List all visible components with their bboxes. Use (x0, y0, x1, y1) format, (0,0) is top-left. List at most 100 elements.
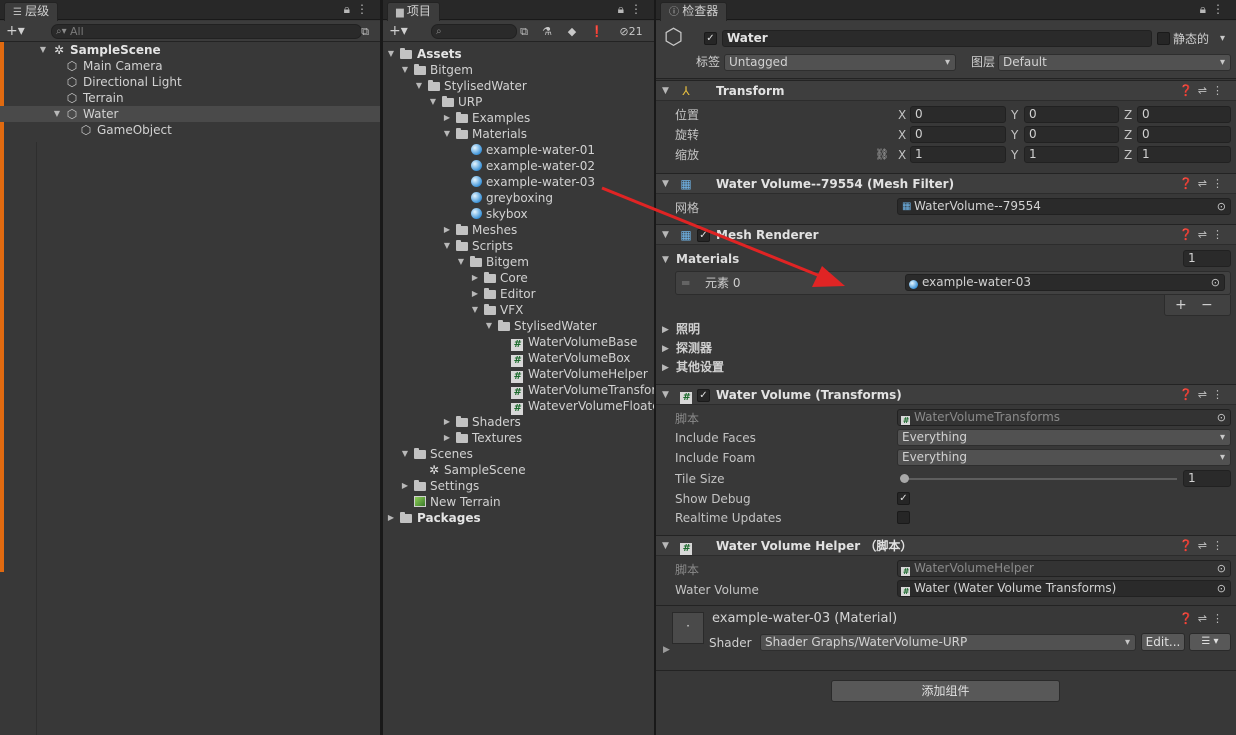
hidden-packages-toggle[interactable]: ⊘21 (613, 23, 649, 40)
folder-shaders[interactable]: ▶ Shaders (383, 414, 654, 430)
rotation-y-field[interactable]: 0 (1024, 126, 1119, 143)
kebab-menu-icon[interactable]: ⋮ (356, 2, 374, 16)
search-scope-icon[interactable]: ⧉ (515, 23, 533, 40)
expand-arrow-icon[interactable]: ▶ (662, 322, 669, 338)
expand-arrow-icon[interactable]: ▼ (38, 42, 48, 58)
kebab-menu-icon[interactable]: ⋮ (630, 2, 648, 16)
folder-packages[interactable]: ▶ Packages (383, 510, 654, 526)
probes-foldout[interactable]: 探测器 (676, 340, 712, 356)
presets-icon[interactable]: ⇌ (1198, 612, 1212, 625)
scale-y-field[interactable]: 1 (1024, 146, 1119, 163)
scale-x-field[interactable]: 1 (910, 146, 1006, 163)
asset-samplescene[interactable]: ✲ SampleScene (383, 462, 654, 478)
collapse-arrow-icon[interactable]: ▼ (662, 174, 669, 194)
presets-icon[interactable]: ⇌ (1198, 388, 1212, 401)
edit-shader-button[interactable]: Edit... (1141, 633, 1185, 651)
collapse-arrow-icon[interactable]: ▼ (662, 225, 669, 245)
folder-editor[interactable]: ▶ Editor (383, 286, 654, 302)
mesh-renderer-enabled-checkbox[interactable]: ✓ (697, 229, 710, 242)
hierarchy-item-water[interactable]: ▼ ⬡ Water (0, 106, 380, 122)
folder-scripts[interactable]: ▼ Scripts (383, 238, 654, 254)
kebab-menu-icon[interactable]: ⋮ (1212, 612, 1228, 625)
presets-icon[interactable]: ⇌ (1198, 177, 1212, 190)
help-icon[interactable]: ❓ (1179, 539, 1198, 552)
kebab-menu-icon[interactable]: ⋮ (1212, 539, 1228, 552)
collapse-arrow-icon[interactable]: ▼ (662, 536, 669, 556)
presets-icon[interactable]: ⇌ (1198, 228, 1212, 241)
hierarchy-search-input[interactable]: ⌕▾ All (51, 24, 362, 39)
folder-urp[interactable]: ▼ URP (383, 94, 654, 110)
water-volume-header[interactable]: ▼ # ✓ Water Volume (Transforms) ❓⇌⋮ (656, 384, 1236, 405)
element-0-material-field[interactable]: example-water-03 (905, 274, 1225, 291)
hierarchy-item-directional-light[interactable]: ⬡ Directional Light (0, 74, 380, 90)
water-volume-object-field[interactable]: # Water (Water Volume Transforms) (897, 580, 1231, 597)
expand-arrow-icon[interactable]: ▼ (52, 106, 62, 122)
water-volume-enabled-checkbox[interactable]: ✓ (697, 389, 710, 402)
kebab-menu-icon[interactable]: ⋮ (1212, 2, 1230, 16)
position-z-field[interactable]: 0 (1137, 106, 1231, 123)
hierarchy-tab[interactable]: ☰ 层级 (4, 2, 59, 21)
rotation-x-field[interactable]: 0 (910, 126, 1006, 143)
presets-icon[interactable]: ⇌ (1198, 539, 1212, 552)
asset-new-terrain[interactable]: New Terrain (383, 494, 654, 510)
help-icon[interactable]: ❓ (1179, 612, 1198, 625)
realtime-updates-checkbox[interactable] (897, 511, 910, 524)
lock-icon[interactable]: 🔒︎ (344, 2, 356, 16)
expand-arrow-icon[interactable]: ▶ (663, 642, 670, 658)
tile-size-slider-track[interactable] (903, 478, 1177, 480)
script-watervolumebox[interactable]: # WaterVolumeBox (383, 350, 654, 367)
folder-vfx[interactable]: ▼ VFX (383, 302, 654, 318)
create-asset-button[interactable]: +▾ (389, 23, 408, 39)
presets-icon[interactable]: ⇌ (1198, 84, 1212, 97)
filter-log-icon[interactable]: ❗ (588, 23, 606, 40)
help-icon[interactable]: ❓ (1179, 388, 1198, 401)
folder-assets[interactable]: ▼ Assets (383, 46, 654, 62)
help-icon[interactable]: ❓ (1179, 84, 1198, 97)
folder-scenes[interactable]: ▼ Scenes (383, 446, 654, 462)
scale-z-field[interactable]: 1 (1137, 146, 1231, 163)
tile-size-slider-handle[interactable] (900, 474, 909, 483)
shader-options-dropdown[interactable]: ☰ ▾ (1189, 633, 1231, 651)
mesh-object-field[interactable]: ▦ WaterVolume--79554 (897, 198, 1231, 215)
script-wateveryvolumefloater[interactable]: # WateverVolumeFloater (383, 398, 654, 415)
position-y-field[interactable]: 0 (1024, 106, 1119, 123)
folder-bitgem[interactable]: ▼ Bitgem (383, 62, 654, 78)
script-watervolumehelper[interactable]: # WaterVolumeHelper (383, 366, 654, 383)
asset-skybox[interactable]: skybox (383, 206, 654, 222)
create-button[interactable]: +▾ (6, 23, 25, 39)
static-checkbox[interactable] (1157, 32, 1170, 45)
add-element-button[interactable]: + (1175, 297, 1187, 313)
filter-label-icon[interactable]: ◆ (563, 23, 581, 40)
lock-icon[interactable]: 🔒︎ (1200, 2, 1212, 16)
folder-examples[interactable]: ▶ Examples (383, 110, 654, 126)
tile-size-field[interactable]: 1 (1183, 470, 1231, 487)
add-component-button[interactable]: 添加组件 (831, 680, 1060, 702)
static-dropdown-icon[interactable]: ▾ (1220, 31, 1225, 47)
hierarchy-item-main-camera[interactable]: ⬡ Main Camera (0, 58, 380, 74)
constrain-proportions-link-icon[interactable]: ⛓ (875, 147, 889, 163)
collapse-arrow-icon[interactable]: ▼ (662, 385, 669, 405)
project-search-input[interactable]: ⌕ (431, 24, 517, 39)
hierarchy-item-terrain[interactable]: ⬡ Terrain (0, 90, 380, 106)
layer-dropdown[interactable]: Default (998, 54, 1231, 71)
drag-handle-icon[interactable]: ═ (682, 275, 689, 291)
materials-count-field[interactable]: 1 (1183, 250, 1231, 267)
collapse-arrow-icon[interactable]: ▼ (662, 252, 669, 268)
expand-arrow-icon[interactable]: ▶ (662, 360, 669, 376)
folder-scripts-bitgem[interactable]: ▼ Bitgem (383, 254, 654, 270)
folder-materials[interactable]: ▼ Materials (383, 126, 654, 142)
asset-example-water-01[interactable]: example-water-01 (383, 142, 654, 158)
script-watervolumetransforms[interactable]: # WaterVolumeTransforms (383, 382, 654, 399)
position-x-field[interactable]: 0 (910, 106, 1006, 123)
kebab-menu-icon[interactable]: ⋮ (1212, 84, 1228, 97)
lighting-foldout[interactable]: 照明 (676, 321, 700, 337)
water-volume-helper-header[interactable]: ▼ # Water Volume Helper （脚本） ❓⇌⋮ (656, 535, 1236, 556)
active-checkbox[interactable]: ✓ (704, 32, 717, 45)
kebab-menu-icon[interactable]: ⋮ (1212, 388, 1228, 401)
show-debug-checkbox[interactable]: ✓ (897, 492, 910, 505)
kebab-menu-icon[interactable]: ⋮ (1212, 228, 1228, 241)
mesh-filter-header[interactable]: ▼ ▦ Water Volume--79554 (Mesh Filter) ❓⇌… (656, 173, 1236, 194)
folder-core[interactable]: ▶ Core (383, 270, 654, 286)
folder-vfx-stylisedwater[interactable]: ▼ StylisedWater (383, 318, 654, 334)
scene-visibility-icon[interactable]: ⧉ (356, 23, 374, 40)
